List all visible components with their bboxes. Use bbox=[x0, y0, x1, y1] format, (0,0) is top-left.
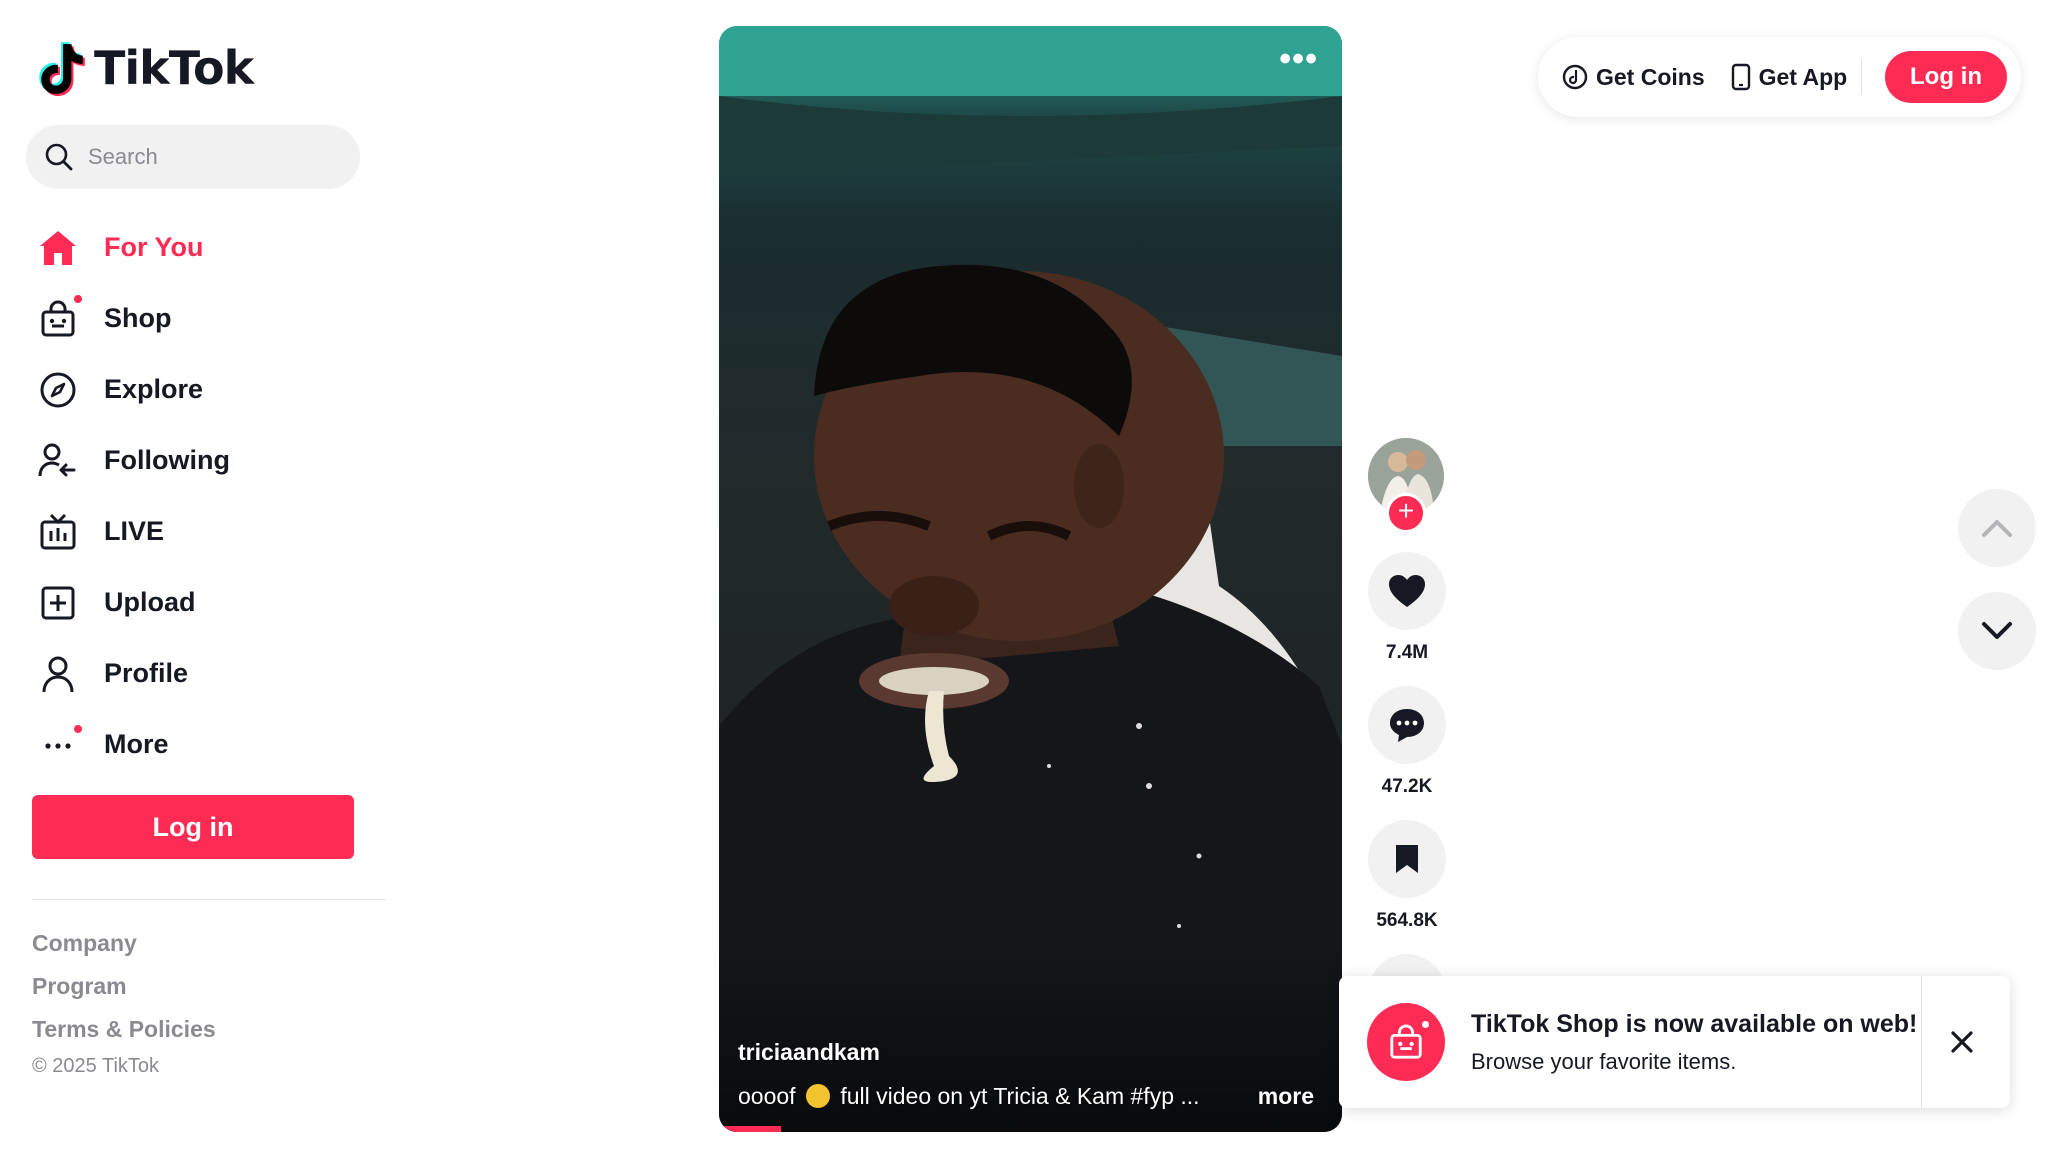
sidebar-item-more[interactable]: More bbox=[36, 709, 376, 780]
sidebar-item-live[interactable]: LIVE bbox=[36, 496, 376, 567]
sidebar-item-label: Profile bbox=[104, 658, 189, 688]
tiktok-logo-icon bbox=[39, 42, 85, 96]
sidebar-item-label: More bbox=[104, 729, 169, 759]
shop-bag-icon bbox=[36, 294, 82, 341]
toast-text: TikTok Shop is now available on web! Bro… bbox=[1471, 1010, 1917, 1075]
bookmark-icon bbox=[1396, 845, 1418, 873]
tiktok-logo[interactable]: TikTok bbox=[36, 36, 254, 100]
close-icon bbox=[1951, 1031, 1973, 1053]
save-action: 564.8K bbox=[1368, 820, 1446, 932]
notification-dot bbox=[1422, 1021, 1429, 1028]
sidebar-item-label: Shop bbox=[104, 303, 172, 333]
comment-count: 47.2K bbox=[1381, 776, 1433, 797]
video-progress-bar[interactable] bbox=[719, 1126, 782, 1132]
toast-subtitle: Browse your favorite items. bbox=[1471, 1048, 1737, 1074]
comment-icon bbox=[1390, 709, 1424, 742]
home-icon bbox=[36, 226, 80, 270]
shop-bag-icon bbox=[1367, 1003, 1445, 1081]
video-player[interactable]: ••• triciaandkam oooof full video on yt … bbox=[719, 26, 1342, 1132]
sidebar-item-label: Following bbox=[104, 445, 230, 475]
get-app-label: Get App bbox=[1758, 63, 1848, 90]
footer-link-terms[interactable]: Terms & Policies bbox=[32, 1008, 216, 1051]
notification-dot bbox=[74, 724, 82, 733]
get-app-button[interactable]: Get App bbox=[1731, 63, 1848, 91]
profile-icon bbox=[36, 652, 80, 696]
sidebar-item-explore[interactable]: Explore bbox=[36, 354, 376, 425]
caption-more-link[interactable]: more bbox=[1258, 1083, 1314, 1110]
live-tv-icon bbox=[36, 510, 80, 554]
save-count: 564.8K bbox=[1376, 910, 1438, 931]
compass-icon bbox=[36, 368, 80, 412]
emoji-icon bbox=[805, 1084, 830, 1108]
chevron-down-icon bbox=[1982, 622, 2012, 639]
like-action: 7.4M bbox=[1368, 552, 1446, 664]
video-author[interactable]: triciaandkam bbox=[738, 1039, 880, 1066]
like-count: 7.4M bbox=[1385, 642, 1429, 663]
upload-plus-icon bbox=[36, 581, 80, 625]
caption-text: full video on yt Tricia & Kam #fyp ... bbox=[840, 1083, 1200, 1109]
top-action-bar: Get Coins Get App Log in bbox=[1538, 37, 2021, 117]
sidebar-item-shop[interactable]: Shop bbox=[36, 283, 376, 354]
comment-action: 47.2K bbox=[1368, 686, 1446, 798]
sidebar-item-profile[interactable]: Profile bbox=[36, 638, 376, 709]
like-button[interactable] bbox=[1368, 552, 1446, 630]
video-actions: + 7.4M 47.2K 564.8K bbox=[1368, 438, 1446, 1032]
toast-title: TikTok Shop is now available on web! bbox=[1471, 1009, 1918, 1038]
sidebar-item-following[interactable]: Following bbox=[36, 425, 376, 496]
sidebar-item-label: Upload bbox=[104, 587, 196, 617]
phone-icon bbox=[1731, 63, 1751, 91]
header-login-button[interactable]: Log in bbox=[1885, 51, 2007, 103]
copyright: © 2025 TikTok bbox=[32, 1055, 160, 1077]
get-coins-button[interactable]: Get Coins bbox=[1562, 64, 1705, 91]
shop-announcement-toast: TikTok Shop is now available on web! Bro… bbox=[1339, 976, 2010, 1108]
sidebar-item-for-you[interactable]: For You bbox=[36, 212, 376, 283]
footer-link-company[interactable]: Company bbox=[32, 922, 216, 965]
video-frame-illustration bbox=[719, 26, 1342, 1132]
sidebar-item-upload[interactable]: Upload bbox=[36, 567, 376, 638]
coin-icon bbox=[1562, 64, 1588, 90]
previous-video-button[interactable] bbox=[1958, 489, 2036, 567]
sidebar-login-button[interactable]: Log in bbox=[32, 795, 354, 859]
sidebar-item-label: Explore bbox=[104, 374, 204, 404]
notification-dot bbox=[74, 294, 82, 303]
footer-link-program[interactable]: Program bbox=[32, 965, 216, 1008]
get-coins-label: Get Coins bbox=[1596, 63, 1705, 90]
heart-icon bbox=[1389, 575, 1425, 607]
following-icon bbox=[36, 439, 80, 483]
search-icon bbox=[45, 143, 73, 171]
search-box[interactable] bbox=[26, 125, 360, 189]
search-input[interactable] bbox=[88, 144, 338, 170]
chevron-up-icon bbox=[1982, 520, 2012, 537]
comment-button[interactable] bbox=[1368, 686, 1446, 764]
sidebar-nav: For You Shop Explore Following LIVE Uplo… bbox=[36, 212, 376, 780]
topbar-divider bbox=[1861, 59, 1863, 95]
video-options-icon[interactable]: ••• bbox=[1279, 42, 1318, 76]
sidebar-footer: Company Program Terms & Policies © 2025 … bbox=[32, 922, 216, 1078]
logo-wordmark: TikTok bbox=[94, 41, 254, 95]
sidebar-item-label: For You bbox=[104, 232, 204, 262]
caption-text: oooof bbox=[738, 1083, 796, 1109]
creator-avatar[interactable]: + bbox=[1368, 438, 1444, 533]
toast-divider bbox=[1921, 976, 1922, 1108]
video-caption: oooof full video on yt Tricia & Kam #fyp… bbox=[738, 1083, 1238, 1110]
save-button[interactable] bbox=[1368, 820, 1446, 898]
sidebar-divider bbox=[32, 899, 386, 900]
sidebar-item-label: LIVE bbox=[104, 516, 165, 546]
follow-plus-icon[interactable]: + bbox=[1386, 493, 1426, 533]
next-video-button[interactable] bbox=[1958, 592, 2036, 670]
more-dots-icon bbox=[36, 723, 82, 767]
toast-close-button[interactable] bbox=[1940, 1020, 1984, 1064]
